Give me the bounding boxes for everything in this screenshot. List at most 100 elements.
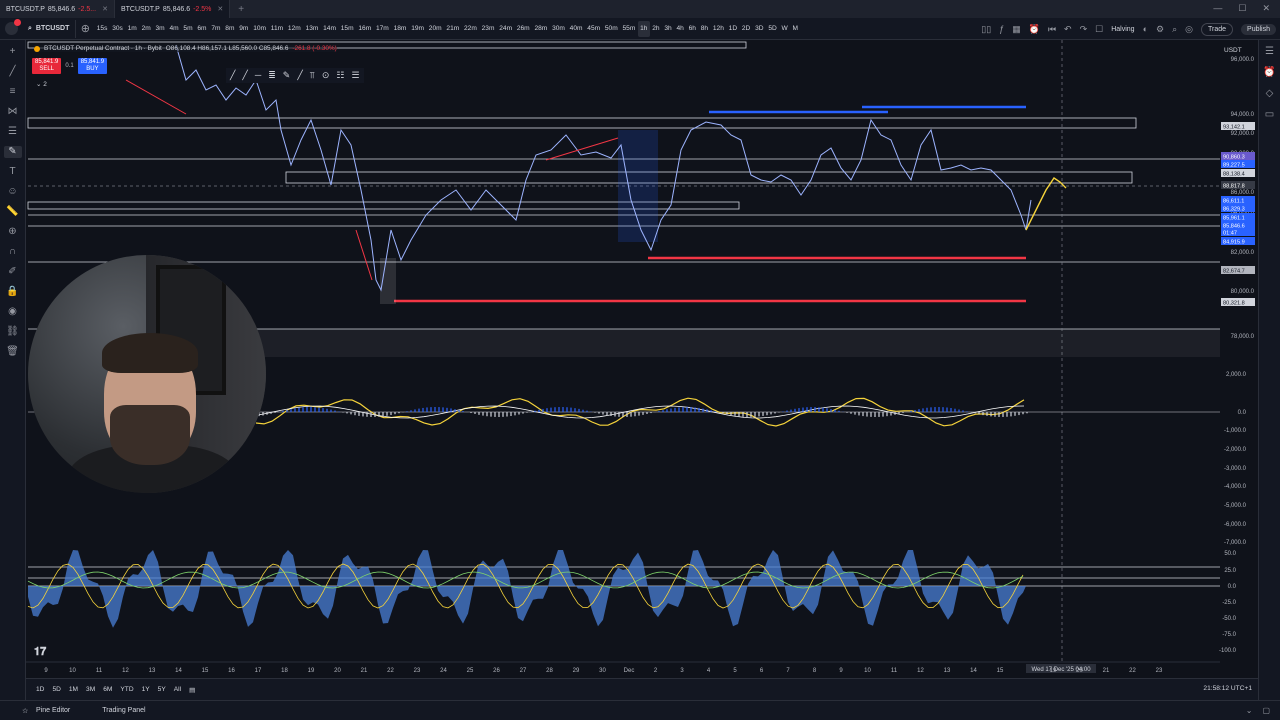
symbol-search[interactable]: ⌕ BTCUSDT (22, 19, 77, 38)
interval-5D[interactable]: 5D (766, 21, 779, 37)
interval-1D[interactable]: 1D (726, 21, 739, 37)
interval-1h[interactable]: 1h (637, 20, 650, 37)
brush-icon[interactable]: ╱ (230, 70, 235, 81)
currency-label[interactable]: USDT (1224, 47, 1242, 54)
interval-11m[interactable]: 11m (268, 21, 285, 37)
replay-icon[interactable]: ⏮ (1048, 24, 1056, 35)
interval-2m[interactable]: 2m (139, 21, 153, 37)
range-1Y[interactable]: 1Y (138, 686, 154, 693)
indicators-icon[interactable]: ƒ (999, 24, 1004, 34)
interval-6m[interactable]: 6m (195, 21, 209, 37)
layers-icon[interactable]: ◇ (1266, 88, 1274, 99)
time-scale[interactable]: 9 10 11 12 13 14 15 16 17 18 19 20 21 22 23 24 25 26 27 28 2… (26, 661, 1220, 674)
range-1D[interactable]: 1D (32, 686, 48, 693)
price-scale[interactable]: USDT96,000.094,000.092,000.090,000.088,0… (1220, 40, 1258, 678)
search-icon[interactable]: ⌕ (1172, 24, 1177, 35)
line-icon[interactable]: ─ (255, 70, 261, 81)
interval-26m[interactable]: 26m (514, 21, 532, 37)
interval-7m[interactable]: 7m (209, 21, 223, 37)
close-window-icon[interactable]: ✕ (1262, 3, 1270, 14)
minimize-icon[interactable]: — (1213, 3, 1222, 14)
interval-2h[interactable]: 2h (650, 21, 662, 37)
eye-icon[interactable]: ◉ (4, 306, 22, 318)
interval-24m[interactable]: 24m (497, 21, 515, 37)
draw-icon[interactable]: ✎ (283, 70, 291, 81)
interval-19m[interactable]: 19m (409, 21, 427, 37)
interval-12h[interactable]: 12h (710, 21, 726, 37)
interval-1m[interactable]: 1m (125, 21, 139, 37)
interval-23m[interactable]: 23m (479, 21, 497, 37)
interval-4h[interactable]: 4h (674, 21, 686, 37)
interval-5m[interactable]: 5m (181, 21, 195, 37)
toggle-icon[interactable]: ◐ (1143, 24, 1148, 34)
compare-symbol-icon[interactable]: ⊕ (76, 22, 94, 35)
interval-15s[interactable]: 15s (94, 21, 109, 37)
magnet-icon[interactable]: ∩ (4, 246, 22, 258)
maximize-panel-icon[interactable]: ▢ (1262, 706, 1270, 715)
interval-22m[interactable]: 22m (462, 21, 480, 37)
close-icon[interactable]: ✕ (217, 5, 223, 13)
interval-8h[interactable]: 8h (698, 21, 710, 37)
interval-9m[interactable]: 9m (237, 21, 251, 37)
buy-button[interactable]: 85,841.9 BUY (77, 58, 108, 74)
interval-3h[interactable]: 3h (662, 21, 674, 37)
thickness-icon[interactable]: ≣ (268, 70, 276, 81)
goto-date-icon[interactable]: ▤ (185, 686, 199, 694)
range-All[interactable]: All (170, 686, 185, 693)
range-1M[interactable]: 1M (65, 686, 82, 693)
interval-3m[interactable]: 3m (153, 21, 167, 37)
close-icon[interactable]: ✕ (102, 5, 108, 13)
more-icon[interactable]: ☰ (351, 70, 359, 81)
range-6M[interactable]: 6M (99, 686, 116, 693)
interval-3D[interactable]: 3D (753, 21, 766, 37)
range-3M[interactable]: 3M (82, 686, 99, 693)
avatar[interactable] (0, 18, 22, 40)
maximize-icon[interactable]: ☐ (1238, 3, 1246, 14)
collapse-icon[interactable]: ⌄ (1246, 706, 1253, 715)
crosshair-icon[interactable]: + (4, 46, 22, 58)
lock-icon[interactable]: 🔒 (4, 286, 22, 298)
alerts-icon[interactable]: ⏰ (1263, 67, 1275, 78)
chat-icon[interactable]: ▭ (1265, 109, 1274, 120)
halving-label[interactable]: Halving (1111, 26, 1134, 33)
interval-6h[interactable]: 6h (686, 21, 698, 37)
interval-18m[interactable]: 18m (391, 21, 409, 37)
interval-45m[interactable]: 45m (585, 21, 603, 37)
layout-icon[interactable]: ▦ (1012, 24, 1021, 35)
trendline-icon[interactable]: ╱ (4, 66, 22, 78)
tab-chart-2[interactable]: BTCUSDT.P 85,846.6 -2.5% ✕ (114, 0, 231, 18)
undo-icon[interactable]: ↶ (1064, 24, 1072, 35)
redo-icon[interactable]: ↷ (1080, 24, 1088, 35)
brush-icon[interactable]: ✎ (3, 146, 22, 158)
interval-21m[interactable]: 21m (444, 21, 462, 37)
star-icon[interactable]: ☆ (6, 707, 44, 715)
range-YTD[interactable]: YTD (116, 686, 137, 693)
camera-icon[interactable]: ◎ (1185, 24, 1193, 35)
interval-20m[interactable]: 20m (426, 21, 444, 37)
interval-4m[interactable]: 4m (167, 21, 181, 37)
interval-55m[interactable]: 55m (620, 21, 638, 37)
sell-button[interactable]: 85,841.9 SELL (32, 58, 62, 74)
interval-28m[interactable]: 28m (532, 21, 550, 37)
interval-13m[interactable]: 13m (303, 21, 321, 37)
tradingview-logo[interactable]: 𝟏𝟕 (34, 646, 46, 659)
publish-button[interactable]: Publish (1241, 23, 1276, 35)
target-icon[interactable]: ⊙ (322, 70, 330, 81)
tab-chart-1[interactable]: BTCUSDT.P 85,846.6 -2.5... ✕ (0, 0, 115, 18)
checkbox-icon[interactable]: ☐ (1095, 24, 1103, 35)
alert-icon[interactable]: ⏰ (1029, 24, 1040, 35)
interval-40m[interactable]: 40m (567, 21, 585, 37)
trading-panel-tab[interactable]: Trading Panel (86, 707, 161, 714)
fib-icon[interactable]: ☰ (4, 126, 22, 138)
trade-button[interactable]: Trade (1201, 22, 1234, 36)
draw-mode-icon[interactable]: ✐ (4, 266, 22, 278)
interval-14m[interactable]: 14m (321, 21, 339, 37)
horizontal-lines-icon[interactable]: ≡ (4, 86, 22, 98)
interval-12m[interactable]: 12m (286, 21, 304, 37)
interval-8m[interactable]: 8m (223, 21, 237, 37)
interval-30m[interactable]: 30m (550, 21, 568, 37)
interval-10m[interactable]: 10m (251, 21, 269, 37)
fib-icon[interactable]: ⫪ (310, 70, 315, 81)
candles-icon[interactable]: ▯▯ (981, 24, 991, 35)
interval-2D[interactable]: 2D (739, 21, 752, 37)
